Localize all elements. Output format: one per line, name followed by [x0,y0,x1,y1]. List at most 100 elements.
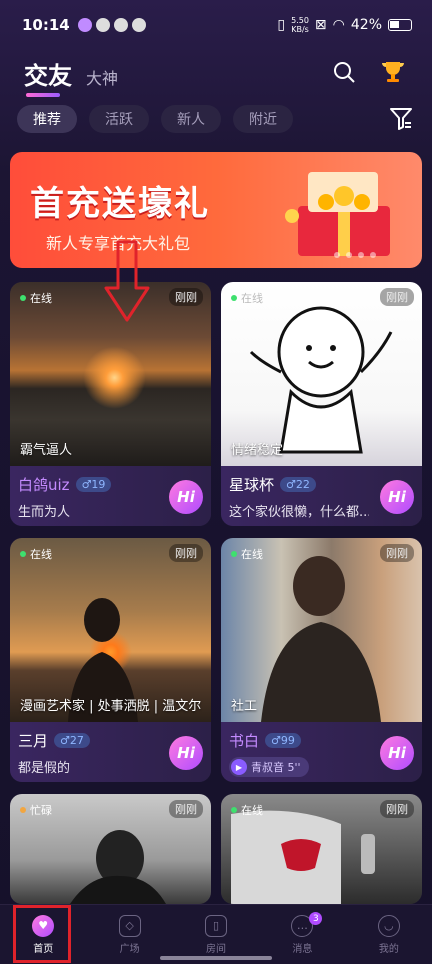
net-speed-value: 5.50 [291,16,309,25]
nav-room-label: 房间 [206,943,227,955]
battery-icon [388,19,412,31]
status-right: ▯ 5.50 KB/s ⊠ ◠ 42% [277,16,412,34]
net-speed: 5.50 KB/s [291,16,309,34]
unread-badge: 3 [309,912,323,925]
search-icon[interactable] [332,60,356,84]
lightning-icon [113,18,128,32]
page-dot [370,252,376,258]
user-card[interactable]: 在线 刚刚 漫画艺术家 | 处事洒脱 | 温文尔 三月 ♂27 都是假的 Hi [10,538,211,782]
say-hi-button[interactable]: Hi [380,480,414,514]
user-bio: 这个家伙很懒，什么都... [229,505,369,520]
vibrate-icon: ▯ [277,17,286,33]
online-status: 在线 [231,802,263,818]
photo-caption: 社工 [231,699,258,714]
battery-text: 42% [350,17,382,33]
card-info: 星球杯 ♂22 这个家伙很懒，什么都... Hi [221,466,422,526]
filter-chips: 推荐 活跃 新人 附近 [17,105,293,133]
card-info: 三月 ♂27 都是假的 Hi [10,722,211,782]
online-dot [231,807,237,813]
nav-messages-label: 消息 [292,943,313,955]
user-name: 三月 [18,732,49,750]
gender-age-badge: ♂99 [265,733,301,748]
net-speed-unit: KB/s [291,25,309,34]
online-dot [20,551,26,557]
online-dot [231,295,237,301]
user-photo: 在线 刚刚 社工 [221,538,422,722]
active-time-badge: 刚刚 [380,800,414,818]
card-info: 白鸽uiz ♂19 生而为人 Hi [10,466,211,526]
busy-status-text: 忙碌 [30,804,52,817]
photo-caption: 漫画艺术家 | 处事洒脱 | 温文尔 [20,699,202,714]
user-card[interactable]: 在线 刚刚 社工 书白 ♂99 ▶ 青叔音 5'' Hi [221,538,422,782]
nav-square-label: 广场 [119,943,140,955]
online-status-text: 在线 [30,548,52,561]
top-tabs: 交友 大神 [24,56,118,97]
promo-banner[interactable]: 首充送壕礼 新人专享首充大礼包 [10,152,422,268]
user-photo: 在线 刚刚 漫画艺术家 | 处事洒脱 | 温文尔 [10,538,211,722]
filter-nearby[interactable]: 附近 [233,105,293,133]
tiktok-icon [131,18,146,32]
online-status: 在线 [20,546,52,562]
compass-icon: ◇ [118,914,141,937]
tab-friends[interactable]: 交友 [24,56,72,97]
status-time: 10:14 [22,16,70,34]
active-time-badge: 刚刚 [380,288,414,306]
online-status-text: 在线 [30,292,52,305]
user-bio: 生而为人 [18,505,71,520]
active-time-badge: 刚刚 [169,544,203,562]
user-card[interactable]: 在线 刚刚 [221,794,422,904]
online-status-text: 在线 [241,292,263,305]
photo-caption: 霸气逼人 [20,443,73,458]
active-time-badge: 刚刚 [169,800,203,818]
online-dot [20,295,26,301]
play-icon: ▶ [231,759,247,775]
gift-box-icon [285,172,390,256]
wifi-icon: ◠ [332,17,345,33]
user-photo: 在线 刚刚 情绪稳定 [221,282,422,466]
nav-square[interactable]: ◇ 广场 [86,905,172,964]
user-card[interactable]: 忙碌 刚刚 [10,794,211,904]
user-name: 白鸽uiz [18,476,70,494]
no-sim-icon: ⊠ [314,17,327,33]
voice-intro-button[interactable]: ▶ 青叔音 5'' [229,757,309,777]
app-notification-icon [77,18,92,32]
filter-active[interactable]: 活跃 [89,105,149,133]
nav-me-label: 我的 [378,943,399,955]
check-icon [95,18,110,32]
voice-label: 青叔音 5'' [251,761,301,774]
active-time-badge: 刚刚 [169,288,203,306]
filter-recommend[interactable]: 推荐 [17,105,77,133]
say-hi-button[interactable]: Hi [169,736,203,770]
page-dot [334,252,340,258]
online-dot [231,551,237,557]
nav-me[interactable]: ◡ 我的 [346,905,432,964]
user-name: 书白 [229,732,260,750]
page-dot [346,252,352,258]
say-hi-button[interactable]: Hi [169,480,203,514]
filter-icon[interactable] [390,107,412,131]
card-info: 书白 ♂99 ▶ 青叔音 5'' Hi [221,722,422,782]
gesture-bar [160,956,272,960]
online-status: 在线 [231,290,263,306]
online-status: 在线 [231,546,263,562]
gender-age-badge: ♂19 [75,477,112,492]
banner-title: 首充送壕礼 [30,184,210,224]
user-photo: 忙碌 刚刚 [10,794,211,904]
user-bio: 都是假的 [18,761,71,776]
user-card[interactable]: 在线 刚刚 情绪稳定 星球杯 ♂22 这个家伙很懒，什么都... Hi [221,282,422,526]
active-time-badge: 刚刚 [380,544,414,562]
trophy-icon[interactable] [380,60,406,84]
smiley-icon: ◡ [377,914,400,937]
busy-status: 忙碌 [20,802,52,818]
online-status: 在线 [20,290,52,306]
tab-masters[interactable]: 大神 [86,65,118,89]
say-hi-button[interactable]: Hi [380,736,414,770]
online-status-text: 在线 [241,804,263,817]
banner-pagination [334,252,376,258]
annotation-arrow-icon [104,240,150,322]
door-icon: ▯ [205,914,228,937]
nav-messages[interactable]: … 3 消息 [259,905,345,964]
filter-new[interactable]: 新人 [161,105,221,133]
gender-age-badge: ♂27 [54,733,90,748]
busy-dot [20,807,26,813]
